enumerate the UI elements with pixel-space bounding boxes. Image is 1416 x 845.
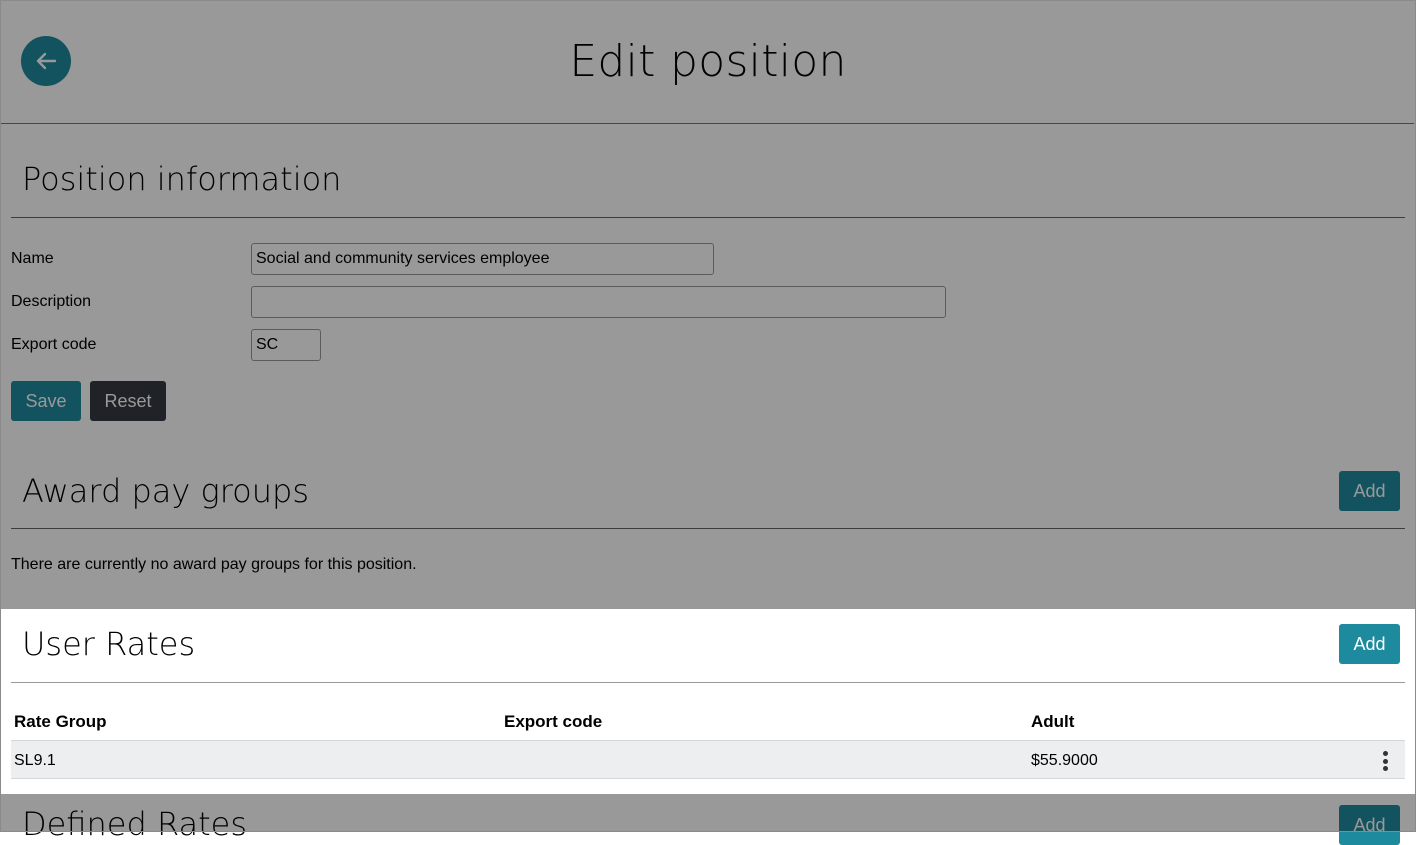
table-row[interactable] [11, 740, 1405, 779]
award-pay-groups-heading: Award pay groups [22, 472, 309, 510]
position-information-heading: Position information [22, 160, 342, 198]
defined-rates-heading: Defined Rates [22, 805, 247, 843]
column-header-export-code: Export code [504, 712, 603, 731]
save-button[interactable]: Save [11, 381, 81, 421]
description-field[interactable] [251, 286, 946, 318]
empty-award-pay-groups-message: There are currently no award pay groups … [11, 556, 417, 573]
section-divider [11, 682, 1405, 683]
add-defined-rate-button[interactable]: Add [1339, 805, 1400, 845]
page-title: Edit position [569, 36, 847, 87]
add-user-rate-button[interactable]: Add [1339, 624, 1400, 664]
reset-button[interactable]: Reset [90, 381, 166, 421]
section-divider [11, 217, 1405, 218]
user-rates-heading: User Rates [22, 625, 196, 663]
description-label: Description [11, 293, 92, 310]
column-header-adult: Adult [1031, 712, 1075, 731]
column-header-rate-group: Rate Group [14, 712, 107, 731]
rate-group-cell: SL9.1 [14, 752, 56, 769]
name-label: Name [11, 250, 54, 267]
more-options-icon[interactable] [1376, 748, 1394, 774]
export-code-label: Export code [11, 336, 97, 353]
name-field[interactable] [251, 243, 714, 275]
adult-rate-cell: $55.9000 [1031, 752, 1098, 769]
add-award-pay-group-button[interactable]: Add [1339, 471, 1400, 511]
export-code-field[interactable] [251, 329, 321, 361]
edit-position-page: Edit position Position information Name … [0, 0, 1416, 845]
section-divider [11, 528, 1405, 529]
